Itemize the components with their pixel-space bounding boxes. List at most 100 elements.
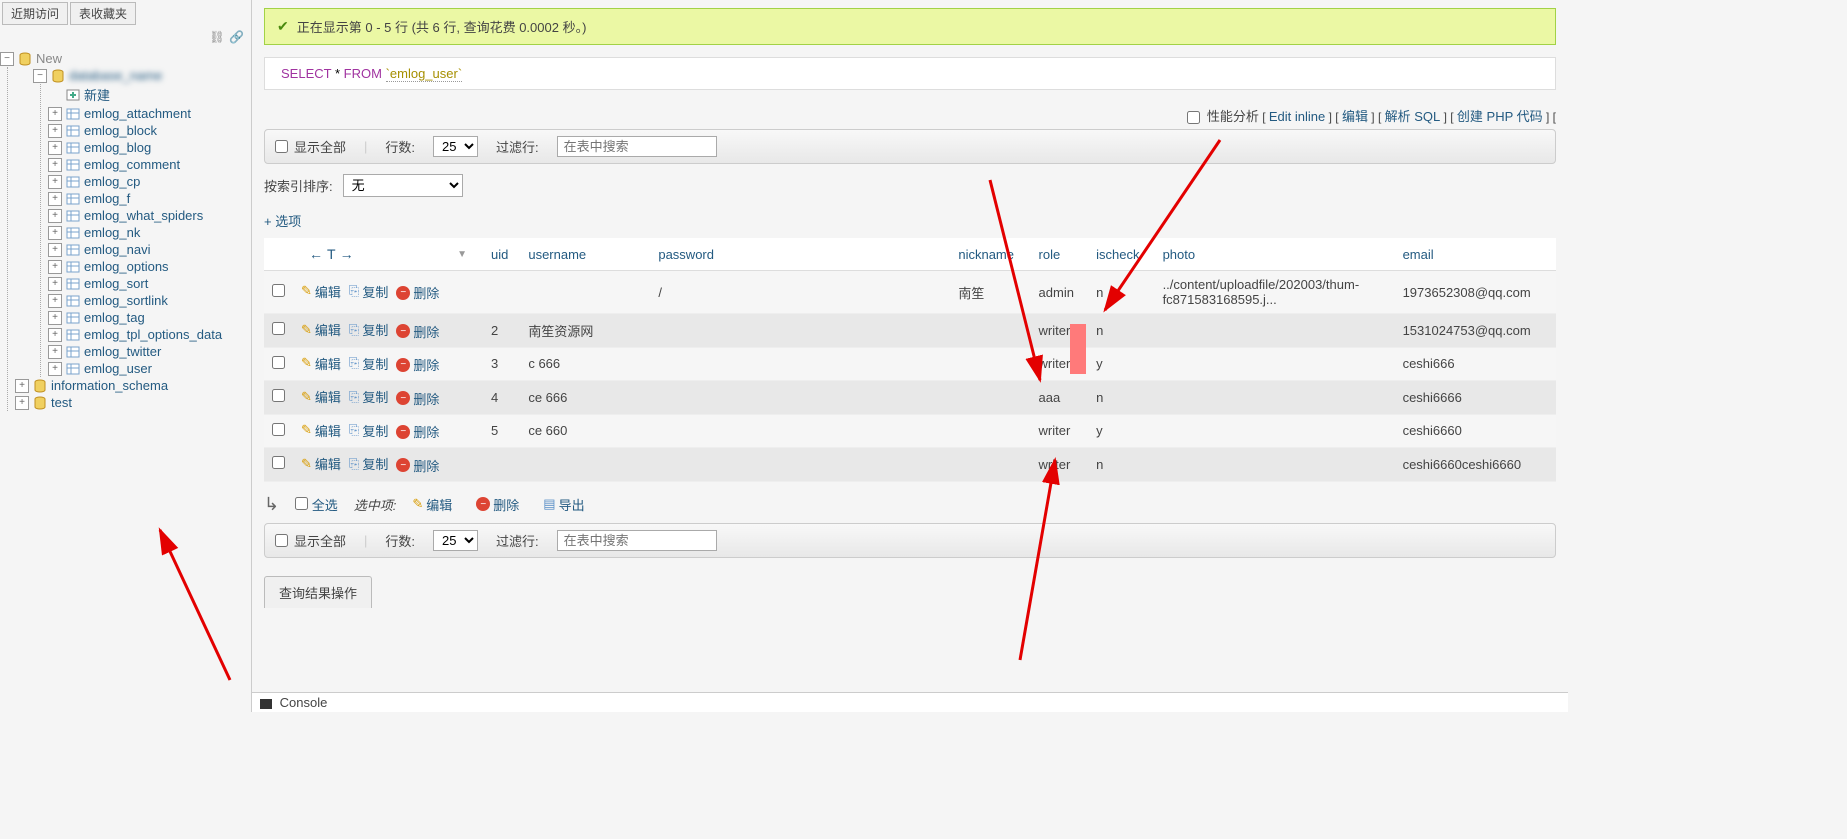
- col-username[interactable]: username: [520, 238, 650, 271]
- row-edit[interactable]: ✎编辑: [301, 421, 341, 440]
- row-delete[interactable]: −删除: [396, 322, 439, 341]
- bulk-edit[interactable]: ✎ 编辑: [412, 495, 452, 514]
- expand-icon[interactable]: [48, 124, 62, 138]
- expand-icon[interactable]: [15, 396, 29, 410]
- col-uid[interactable]: uid: [483, 238, 520, 271]
- row-checkbox[interactable]: [272, 456, 285, 469]
- row-delete[interactable]: −删除: [396, 422, 439, 441]
- row-copy[interactable]: ⎘复制: [349, 282, 388, 301]
- filter-input-bottom[interactable]: [557, 530, 717, 551]
- tree-table-emlog_nk[interactable]: emlog_nk: [48, 224, 251, 241]
- row-checkbox[interactable]: [272, 389, 285, 402]
- row-copy[interactable]: ⎘复制: [349, 387, 388, 406]
- tree-db-node[interactable]: database_name: [15, 67, 251, 84]
- row-checkbox[interactable]: [272, 423, 285, 436]
- show-all-control[interactable]: 显示全部: [275, 137, 346, 156]
- row-checkbox[interactable]: [272, 356, 285, 369]
- tree-db-test[interactable]: test: [15, 394, 251, 411]
- expand-icon[interactable]: [48, 277, 62, 291]
- tree-table-emlog_twitter[interactable]: emlog_twitter: [48, 343, 251, 360]
- expand-icon[interactable]: [48, 243, 62, 257]
- row-delete[interactable]: −删除: [396, 389, 439, 408]
- expand-icon[interactable]: [48, 158, 62, 172]
- parse-sql-link[interactable]: 解析 SQL: [1385, 109, 1441, 124]
- expand-icon[interactable]: [48, 175, 62, 189]
- expand-icon[interactable]: [48, 294, 62, 308]
- tree-table-emlog_comment[interactable]: emlog_comment: [48, 156, 251, 173]
- row-edit[interactable]: ✎编辑: [301, 454, 341, 473]
- select-all-control[interactable]: 全选: [295, 495, 338, 514]
- col-photo[interactable]: photo: [1155, 238, 1395, 271]
- create-php-link[interactable]: 创建 PHP 代码: [1457, 109, 1543, 124]
- tree-table-emlog_f[interactable]: emlog_f: [48, 190, 251, 207]
- edit-link[interactable]: 编辑: [1342, 109, 1368, 124]
- col-nickname[interactable]: nickname: [950, 238, 1030, 271]
- sort-indicator-icon[interactable]: ▼: [457, 249, 467, 260]
- tree-db-information_schema[interactable]: information_schema: [15, 377, 251, 394]
- show-all-checkbox-bottom[interactable]: [275, 534, 288, 547]
- show-all-control-bottom[interactable]: 显示全部: [275, 531, 346, 550]
- expand-icon[interactable]: [48, 107, 62, 121]
- tree-table-emlog_sort[interactable]: emlog_sort: [48, 275, 251, 292]
- options-toggle[interactable]: + 选项: [252, 207, 1568, 234]
- collapse-icon[interactable]: [0, 52, 14, 66]
- profiling-checkbox[interactable]: [1187, 111, 1200, 124]
- arrow-right-icon[interactable]: →: [340, 246, 354, 262]
- tree-table-emlog_tpl_options_data[interactable]: emlog_tpl_options_data: [48, 326, 251, 343]
- filter-input[interactable]: [557, 136, 717, 157]
- tree-table-emlog_blog[interactable]: emlog_blog: [48, 139, 251, 156]
- tree-table-emlog_user[interactable]: emlog_user: [48, 360, 251, 377]
- bulk-delete[interactable]: − 删除: [476, 495, 519, 514]
- expand-icon[interactable]: [48, 345, 62, 359]
- expand-icon[interactable]: [48, 328, 62, 342]
- expand-icon[interactable]: [48, 311, 62, 325]
- row-edit[interactable]: ✎编辑: [301, 354, 341, 373]
- row-copy[interactable]: ⎘复制: [349, 454, 388, 473]
- rows-select-bottom[interactable]: 25: [433, 530, 478, 551]
- row-copy[interactable]: ⎘复制: [349, 421, 388, 440]
- expand-icon[interactable]: [15, 379, 29, 393]
- bulk-export[interactable]: ▤ 导出: [543, 495, 584, 514]
- tree-table-emlog_sortlink[interactable]: emlog_sortlink: [48, 292, 251, 309]
- row-checkbox[interactable]: [272, 322, 285, 335]
- select-all-checkbox[interactable]: [295, 497, 308, 510]
- row-edit[interactable]: ✎编辑: [301, 320, 341, 339]
- expand-icon[interactable]: [48, 226, 62, 240]
- collapse-icon[interactable]: [33, 69, 47, 83]
- expand-icon[interactable]: [48, 141, 62, 155]
- text-direction-icon[interactable]: T: [327, 246, 336, 262]
- col-password[interactable]: password: [650, 238, 950, 271]
- expand-icon[interactable]: [48, 209, 62, 223]
- tree-table-emlog_attachment[interactable]: emlog_attachment: [48, 105, 251, 122]
- row-delete[interactable]: −删除: [396, 355, 439, 374]
- tree-table-emlog_tag[interactable]: emlog_tag: [48, 309, 251, 326]
- expand-icon[interactable]: [48, 260, 62, 274]
- tree-table-emlog_block[interactable]: emlog_block: [48, 122, 251, 139]
- tree-new-action[interactable]: 新建: [48, 84, 251, 105]
- col-ischeck[interactable]: ischeck: [1088, 238, 1154, 271]
- edit-inline-link[interactable]: Edit inline: [1269, 109, 1325, 124]
- col-role[interactable]: role: [1031, 238, 1089, 271]
- rows-select[interactable]: 25: [433, 136, 478, 157]
- tree-table-emlog_cp[interactable]: emlog_cp: [48, 173, 251, 190]
- tree-table-emlog_what_spiders[interactable]: emlog_what_spiders: [48, 207, 251, 224]
- row-edit[interactable]: ✎编辑: [301, 282, 341, 301]
- link2-icon[interactable]: 🔗: [229, 30, 243, 44]
- result-ops-tab[interactable]: 查询结果操作: [264, 576, 372, 608]
- row-copy[interactable]: ⎘复制: [349, 320, 388, 339]
- tab-favorites[interactable]: 表收藏夹: [70, 2, 136, 25]
- arrow-left-icon[interactable]: ←: [309, 246, 323, 262]
- row-checkbox[interactable]: [272, 284, 285, 297]
- sort-select[interactable]: 无: [343, 174, 463, 197]
- tab-recent[interactable]: 近期访问: [2, 2, 68, 25]
- row-delete[interactable]: −删除: [396, 456, 439, 475]
- expand-icon[interactable]: [48, 362, 62, 376]
- console-bar[interactable]: Console: [252, 692, 1568, 712]
- row-copy[interactable]: ⎘复制: [349, 354, 388, 373]
- col-email[interactable]: email: [1395, 238, 1556, 271]
- row-edit[interactable]: ✎编辑: [301, 387, 341, 406]
- tree-table-emlog_navi[interactable]: emlog_navi: [48, 241, 251, 258]
- row-delete[interactable]: −删除: [396, 283, 439, 302]
- link-icon[interactable]: ⛓: [209, 30, 223, 44]
- tree-root[interactable]: New: [0, 50, 251, 67]
